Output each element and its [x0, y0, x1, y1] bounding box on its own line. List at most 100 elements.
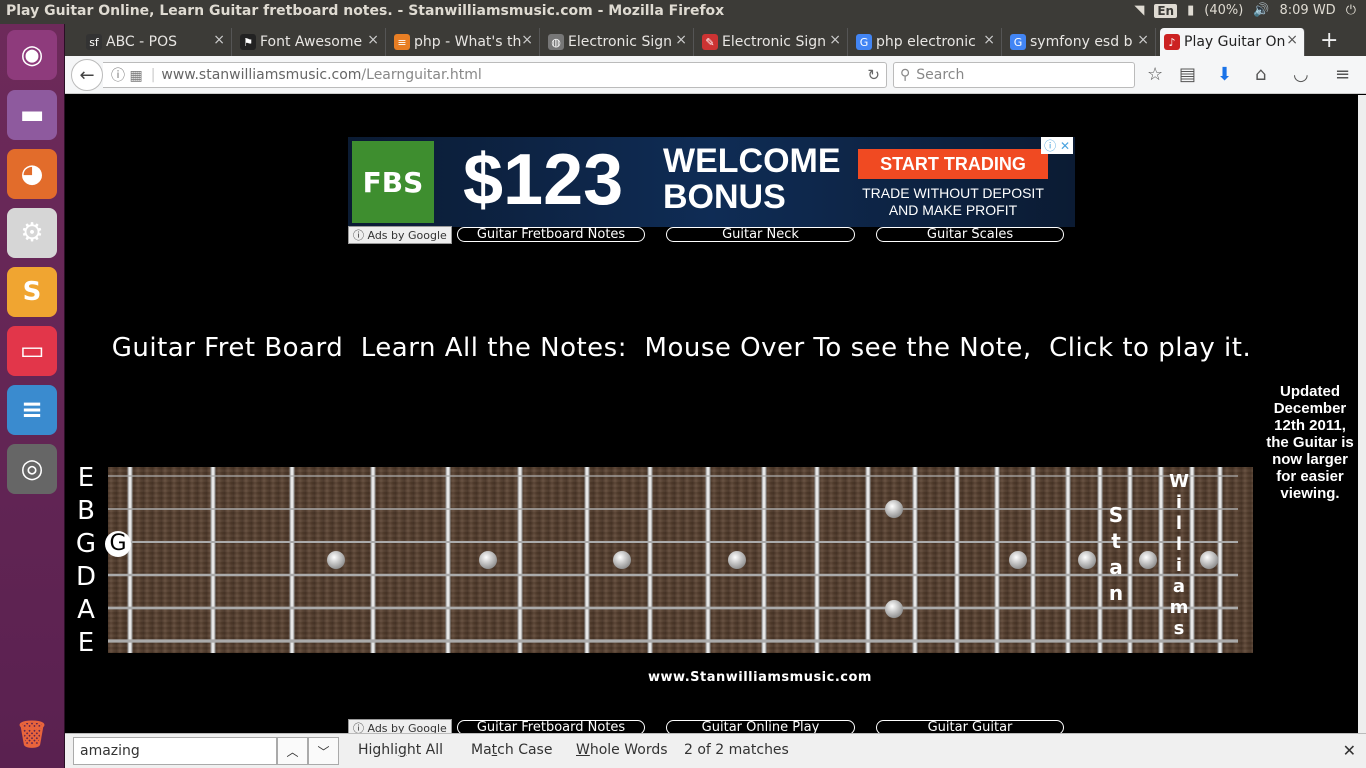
- site-info-icon[interactable]: ⓘ ▦: [111, 65, 143, 85]
- ubuntu-dash-icon[interactable]: ◉: [7, 30, 57, 80]
- tab-close-icon[interactable]: ×: [675, 32, 687, 48]
- tab-favicon-icon: ⚑: [240, 34, 256, 50]
- ad-subtext-line2: AND MAKE PROFIT: [888, 202, 1018, 218]
- match-case-toggle[interactable]: Match Case: [471, 742, 552, 758]
- text-editor-icon[interactable]: ≡: [7, 385, 57, 435]
- whole-words-toggle[interactable]: Whole Words: [576, 742, 668, 758]
- browser-tab[interactable]: ≡ php - What's th ×: [390, 28, 540, 56]
- adlink-guitar-scales[interactable]: Guitar Scales: [876, 227, 1064, 242]
- string-name-b: B: [77, 496, 95, 526]
- pocket-icon[interactable]: ◡: [1293, 64, 1309, 85]
- tab-favicon-icon: ✎: [702, 34, 718, 50]
- close-find-bar-icon[interactable]: ✕: [1343, 741, 1356, 760]
- menu-icon[interactable]: ≡: [1335, 64, 1350, 85]
- files-icon[interactable]: ▬: [7, 90, 57, 140]
- browser-tab[interactable]: sf ABC - POS ×: [82, 28, 232, 56]
- fret-wire: [210, 467, 216, 653]
- find-input[interactable]: amazing: [73, 737, 277, 765]
- reload-icon[interactable]: ↻: [867, 66, 880, 84]
- search-input[interactable]: ⚲ Search: [893, 62, 1135, 88]
- tab-close-icon[interactable]: ×: [1286, 32, 1298, 48]
- firefox-icon[interactable]: ◕: [7, 149, 57, 199]
- string-name-low-e: E: [77, 628, 95, 658]
- ad-banner[interactable]: FBS $123 WELCOME BONUS START TRADING TRA…: [348, 137, 1075, 227]
- string-name-high-e: E: [77, 463, 95, 493]
- volume-icon[interactable]: 🔊: [1253, 3, 1269, 18]
- launcher: ◉ ▬ ◕ ⚙ S ▭ ≡ ◎ 🗑: [0, 24, 65, 768]
- browser-tab[interactable]: ⚑ Font Awesome ×: [236, 28, 386, 56]
- guitar-fretboard[interactable]: Stan Williams: [108, 467, 1253, 653]
- fret-wire: [1127, 467, 1133, 653]
- adchoices-icon[interactable]: ⓘ ✕: [1041, 137, 1073, 154]
- search-icon: ⚲: [900, 67, 911, 83]
- reading-list-icon[interactable]: ▤: [1179, 64, 1196, 85]
- tab-favicon-icon: ◍: [548, 34, 564, 50]
- os-top-bar: Play Guitar Online, Learn Guitar fretboa…: [0, 0, 1366, 24]
- fret-inlay-dot: [1200, 551, 1218, 569]
- tab-close-icon[interactable]: ×: [1137, 32, 1149, 48]
- site-url-footer: www.Stanwilliamsmusic.com: [648, 670, 872, 685]
- ads-by-google-label[interactable]: ⓘ Ads by Google: [348, 226, 452, 244]
- sublime-text-icon[interactable]: S: [7, 267, 57, 317]
- tab-favicon-icon: sf: [86, 34, 102, 50]
- find-next-button[interactable]: ﹀: [308, 737, 339, 765]
- browser-tab[interactable]: ♪ Play Guitar On ×: [1160, 28, 1305, 56]
- page-scrollbar[interactable]: [1358, 95, 1366, 733]
- page-content: FBS $123 WELCOME BONUS START TRADING TRA…: [65, 95, 1358, 733]
- ads-by-google-label-bottom[interactable]: ⓘ Ads by Google: [348, 719, 452, 733]
- power-icon[interactable]: ⏻: [1346, 3, 1356, 18]
- find-previous-button[interactable]: ︿: [277, 737, 308, 765]
- adlink-guitar-fretboard-notes-bottom[interactable]: Guitar Fretboard Notes: [457, 720, 645, 733]
- tab-label: ABC - POS: [106, 34, 178, 50]
- url-bar[interactable]: ⓘ ▦ | www.stanwilliamsmusic.com/Learngui…: [103, 62, 887, 88]
- tab-favicon-icon: G: [856, 34, 872, 50]
- string-name-g: G: [75, 529, 97, 559]
- tab-close-icon[interactable]: ×: [367, 32, 379, 48]
- keyboard-layout-indicator[interactable]: En: [1154, 3, 1178, 18]
- browser-tab[interactable]: ✎ Electronic Sign ×: [698, 28, 848, 56]
- trash-icon[interactable]: 🗑: [7, 710, 57, 760]
- updated-note: Updated December 12th 2011, the Guitar i…: [1266, 383, 1354, 502]
- disk-utility-icon[interactable]: ◎: [7, 444, 57, 494]
- find-bar: amazing ︿ ﹀ Highlight All Match Case Who…: [65, 733, 1366, 768]
- adlink-guitar-fretboard-notes[interactable]: Guitar Fretboard Notes: [457, 227, 645, 242]
- fret-wire: [1097, 467, 1103, 653]
- bookmark-star-icon[interactable]: ☆: [1147, 64, 1163, 85]
- home-icon[interactable]: ⌂: [1255, 64, 1266, 85]
- highlight-all-toggle[interactable]: Highlight All: [358, 742, 443, 758]
- new-tab-button[interactable]: +: [1320, 28, 1338, 53]
- wifi-icon[interactable]: ◥: [1134, 3, 1144, 18]
- adlink-guitar-neck[interactable]: Guitar Neck: [666, 227, 855, 242]
- fret-inlay-dot: [1139, 551, 1157, 569]
- battery-icon[interactable]: ▮: [1187, 3, 1194, 18]
- search-placeholder: Search: [916, 67, 965, 83]
- back-button[interactable]: ←: [71, 59, 103, 91]
- back-arrow-icon: ←: [79, 64, 95, 86]
- tab-close-icon[interactable]: ×: [829, 32, 841, 48]
- highlighted-note-marker[interactable]: G: [105, 531, 131, 557]
- browser-tab[interactable]: ◍ Electronic Sign ×: [544, 28, 694, 56]
- tab-close-icon[interactable]: ×: [983, 32, 995, 48]
- clock[interactable]: 8:09 WD: [1280, 3, 1336, 18]
- downloads-icon[interactable]: ⬇: [1217, 64, 1232, 85]
- ad-amount: $123: [463, 140, 624, 220]
- fret-wire: [954, 467, 960, 653]
- fret-inlay-dot: [327, 551, 345, 569]
- adlink-guitar-online-play[interactable]: Guitar Online Play: [666, 720, 855, 733]
- tab-close-icon[interactable]: ×: [213, 32, 225, 48]
- fret-wire: [1189, 467, 1195, 653]
- browser-tab[interactable]: Gphp electronic ×: [852, 28, 1002, 56]
- browser-tab[interactable]: Gsymfony esd b ×: [1006, 28, 1156, 56]
- ad-start-trading-button[interactable]: START TRADING: [858, 149, 1048, 179]
- fretboard-drawing[interactable]: Stan Williams: [108, 467, 1253, 653]
- ad-welcome: WELCOME BONUS: [663, 143, 841, 215]
- system-settings-icon[interactable]: ⚙: [7, 208, 57, 258]
- tab-close-icon[interactable]: ×: [521, 32, 533, 48]
- app-icon[interactable]: ▭: [7, 326, 57, 376]
- tab-label: Electronic Sign: [568, 34, 672, 50]
- adlink-guitar-guitar[interactable]: Guitar Guitar: [876, 720, 1064, 733]
- tab-label: Play Guitar On: [1184, 34, 1286, 50]
- fret-wire: [705, 467, 711, 653]
- fret-inlay-dot: [1009, 551, 1027, 569]
- system-tray: ◥ En ▮ (40%) 🔊 8:09 WD ⏻: [1134, 3, 1356, 18]
